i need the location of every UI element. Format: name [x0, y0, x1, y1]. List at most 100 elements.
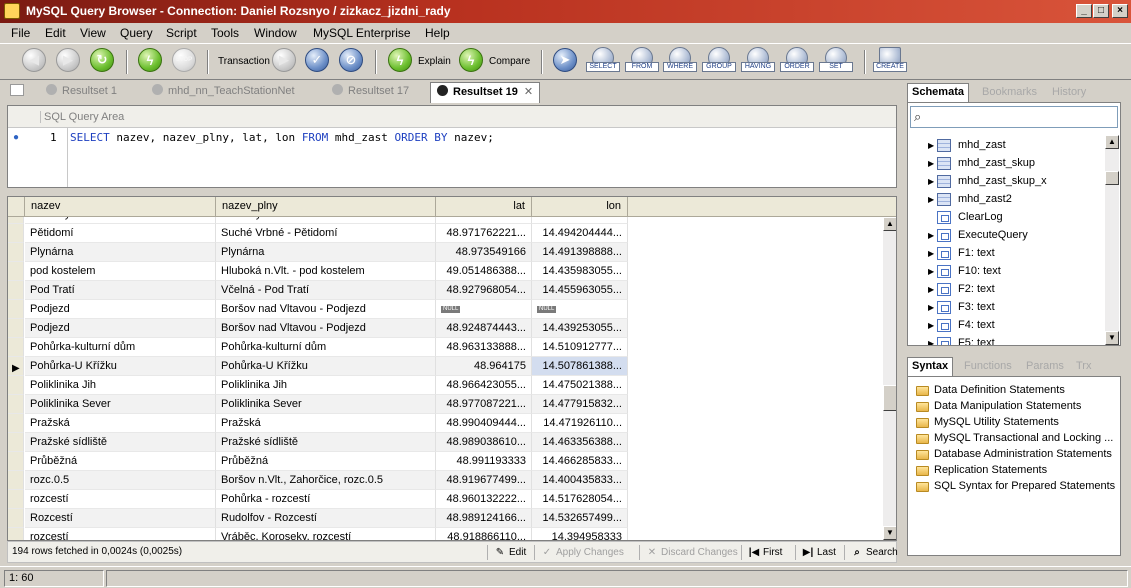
tab-resultset-1[interactable]: Resultset 1 [46, 84, 117, 103]
table-row[interactable]: rozcestí Vráběc, Koroseky, rozcestí 48.918… [8, 528, 883, 540]
table-row[interactable]: Pod Tratí Včelná - Pod Tratí 48.927968054.… [8, 281, 883, 300]
sql-query-area[interactable]: SQL Query Area ● 1 SELECT nazev, nazev_p… [7, 105, 897, 188]
search-button[interactable]: ⌕ Search [851, 545, 898, 561]
expand-arrow-icon[interactable]: ▶ [928, 339, 934, 345]
table-row[interactable]: PokornýPokorný48.9715903...14.4843906... [8, 217, 883, 224]
menu-edit[interactable]: Edit [45, 26, 66, 40]
last-button[interactable]: ▶| Last [802, 545, 836, 561]
grid-cell[interactable]: 14.463356388... [532, 433, 628, 452]
grid-cell[interactable]: Plynárna [216, 243, 436, 262]
expand-arrow-icon[interactable]: ▶ [928, 249, 934, 258]
grid-cell[interactable]: 48.989124166... [436, 509, 532, 528]
grid-cell[interactable]: Suché Vrbné - Pětidomí [216, 224, 436, 243]
grid-cell[interactable]: 14.494204444... [532, 224, 628, 243]
grid-cell[interactable]: 48.924874443... [436, 319, 532, 338]
tree-item[interactable]: ▶ F2: text [908, 281, 1104, 299]
grid-cell[interactable]: 49.051486388... [436, 262, 532, 281]
grid-cell[interactable]: 14.400435833... [532, 471, 628, 490]
result-grid[interactable]: nazev nazev_plny lat lon PokornýPokorný4… [7, 196, 897, 541]
grid-cell[interactable]: Pod Tratí [25, 281, 216, 300]
group-clause-button[interactable]: GROUP [702, 47, 736, 75]
grid-cell[interactable]: 14.466285833... [532, 452, 628, 471]
syntax-item[interactable]: Replication Statements [916, 463, 1118, 479]
grid-cell[interactable]: 14.510912777... [532, 338, 628, 357]
expand-arrow-icon[interactable]: ▶ [928, 231, 934, 240]
grid-vertical-scrollbar[interactable]: ▲ ▼ [883, 217, 896, 540]
tab-resultset-19[interactable]: Resultset 19 ✕ [430, 82, 541, 103]
tab-teach-station[interactable]: mhd_nn_TeachStationNet [152, 84, 295, 103]
tree-item[interactable]: ▶ F5: text [908, 335, 1104, 345]
table-row[interactable]: Pražské sídliště Pražské sídliště 48.98903… [8, 433, 883, 452]
grid-cell[interactable]: Pražské sídliště [25, 433, 216, 452]
scroll-up-button[interactable]: ▲ [883, 217, 896, 231]
refresh-button[interactable]: ↻ [90, 48, 114, 72]
col-header-nazev[interactable]: nazev [25, 197, 216, 216]
table-row[interactable]: rozc.0.5 Boršov n.Vlt., Zahorčice, rozc.0… [8, 471, 883, 490]
grid-cell[interactable]: 14.455963055... [532, 281, 628, 300]
pointer-button[interactable]: ➤ [553, 48, 577, 72]
expand-arrow-icon[interactable]: ▶ [928, 285, 934, 294]
table-row[interactable]: rozcestí Pohůrka - rozcestí 48.960132222..… [8, 490, 883, 509]
menu-script[interactable]: Script [166, 26, 197, 40]
grid-cell[interactable]: Vráběc, Koroseky, rozcestí [216, 528, 436, 540]
grid-cell[interactable]: 48.964175 [436, 357, 532, 376]
discard-changes-button[interactable]: ✕ Discard Changes [646, 545, 738, 561]
grid-cell[interactable]: rozcestí [25, 490, 216, 509]
menu-view[interactable]: View [80, 26, 106, 40]
syntax-item[interactable]: Database Administration Statements [916, 447, 1118, 463]
grid-cell[interactable]: Hluboká n.Vlt. - pod kostelem [216, 262, 436, 281]
grid-cell[interactable]: 14.507861388... [532, 357, 628, 376]
menu-window[interactable]: Window [254, 26, 297, 40]
grid-cell[interactable]: 48.977087221... [436, 395, 532, 414]
syntax-item[interactable]: Data Manipulation Statements [916, 399, 1118, 415]
scroll-up-button[interactable]: ▲ [1105, 135, 1119, 149]
edit-button[interactable]: ✎ Edit [494, 545, 526, 561]
set-clause-button[interactable]: SET [819, 47, 853, 75]
tree-item[interactable]: ▶ mhd_zast_skup_x [908, 173, 1104, 191]
grid-cell[interactable]: Pražská [25, 414, 216, 433]
grid-cell[interactable]: 14.477915832... [532, 395, 628, 414]
grid-cell[interactable]: 48.918866110... [436, 528, 532, 540]
grid-cell[interactable]: Pražská [216, 414, 436, 433]
grid-cell[interactable]: 14.4843906... [532, 217, 628, 224]
menu-help[interactable]: Help [425, 26, 450, 40]
table-row[interactable]: Poliklinika Sever Poliklinika Sever 48.977… [8, 395, 883, 414]
grid-cell[interactable]: 14.491398888... [532, 243, 628, 262]
grid-cell[interactable]: Pohůrka-U Křížku [216, 357, 436, 376]
table-row[interactable]: Plynárna Plynárna 48.973549166 14.491398888… [8, 243, 883, 262]
grid-cell[interactable]: Pětidomí [25, 224, 216, 243]
tree-item[interactable]: ▶ mhd_zast [908, 137, 1104, 155]
forward-button[interactable]: ▶ [56, 48, 80, 72]
grid-cell[interactable]: pod kostelem [25, 262, 216, 281]
expand-arrow-icon[interactable]: ▶ [928, 267, 934, 276]
grid-cell[interactable]: 48.966423055... [436, 376, 532, 395]
expand-arrow-icon[interactable]: ▶ [928, 177, 934, 186]
grid-cell[interactable]: Poliklinika Jih [216, 376, 436, 395]
having-clause-button[interactable]: HAVING [741, 47, 775, 75]
new-tab-button[interactable] [10, 84, 24, 103]
syntax-item[interactable]: MySQL Utility Statements [916, 415, 1118, 431]
schemata-search-input[interactable]: ⌕ [910, 106, 1118, 128]
grid-cell[interactable]: 48.989038610... [436, 433, 532, 452]
tab-resultset-17[interactable]: Resultset 17 [332, 84, 409, 103]
grid-cell[interactable]: 14.439253055... [532, 319, 628, 338]
tree-item[interactable]: ▶ mhd_zast_skup [908, 155, 1104, 173]
tree-item[interactable]: ▶ F10: text [908, 263, 1104, 281]
tab-params[interactable]: Params [1026, 360, 1064, 372]
minimize-button[interactable]: _ [1076, 4, 1092, 18]
table-row[interactable]: Pohůrka-kulturní dům Pohůrka-kulturní dům… [8, 338, 883, 357]
grid-cell[interactable]: Pokorný [216, 217, 436, 224]
table-row[interactable]: Pražská Pražská 48.990409444... 14.47192611… [8, 414, 883, 433]
grid-cell[interactable]: Rozcestí [25, 509, 216, 528]
tree-item[interactable]: ▶ ExecuteQuery [908, 227, 1104, 245]
table-row[interactable]: Pětidomí Suché Vrbné - Pětidomí 48.9717622… [8, 224, 883, 243]
select-clause-button[interactable]: SELECT [586, 47, 620, 75]
grid-cell[interactable]: Boršov nad Vltavou - Podjezd [216, 319, 436, 338]
commit-button[interactable]: ✓ [305, 48, 329, 72]
syntax-item[interactable]: MySQL Transactional and Locking ... [916, 431, 1118, 447]
grid-cell[interactable]: Podjezd [25, 300, 216, 319]
schemata-scrollbar[interactable]: ▲ ▼ [1105, 135, 1119, 345]
grid-cell[interactable]: Poliklinika Sever [25, 395, 216, 414]
grid-cell[interactable]: Poliklinika Jih [25, 376, 216, 395]
table-row[interactable]: pod kostelem Hluboká n.Vlt. - pod kostele… [8, 262, 883, 281]
